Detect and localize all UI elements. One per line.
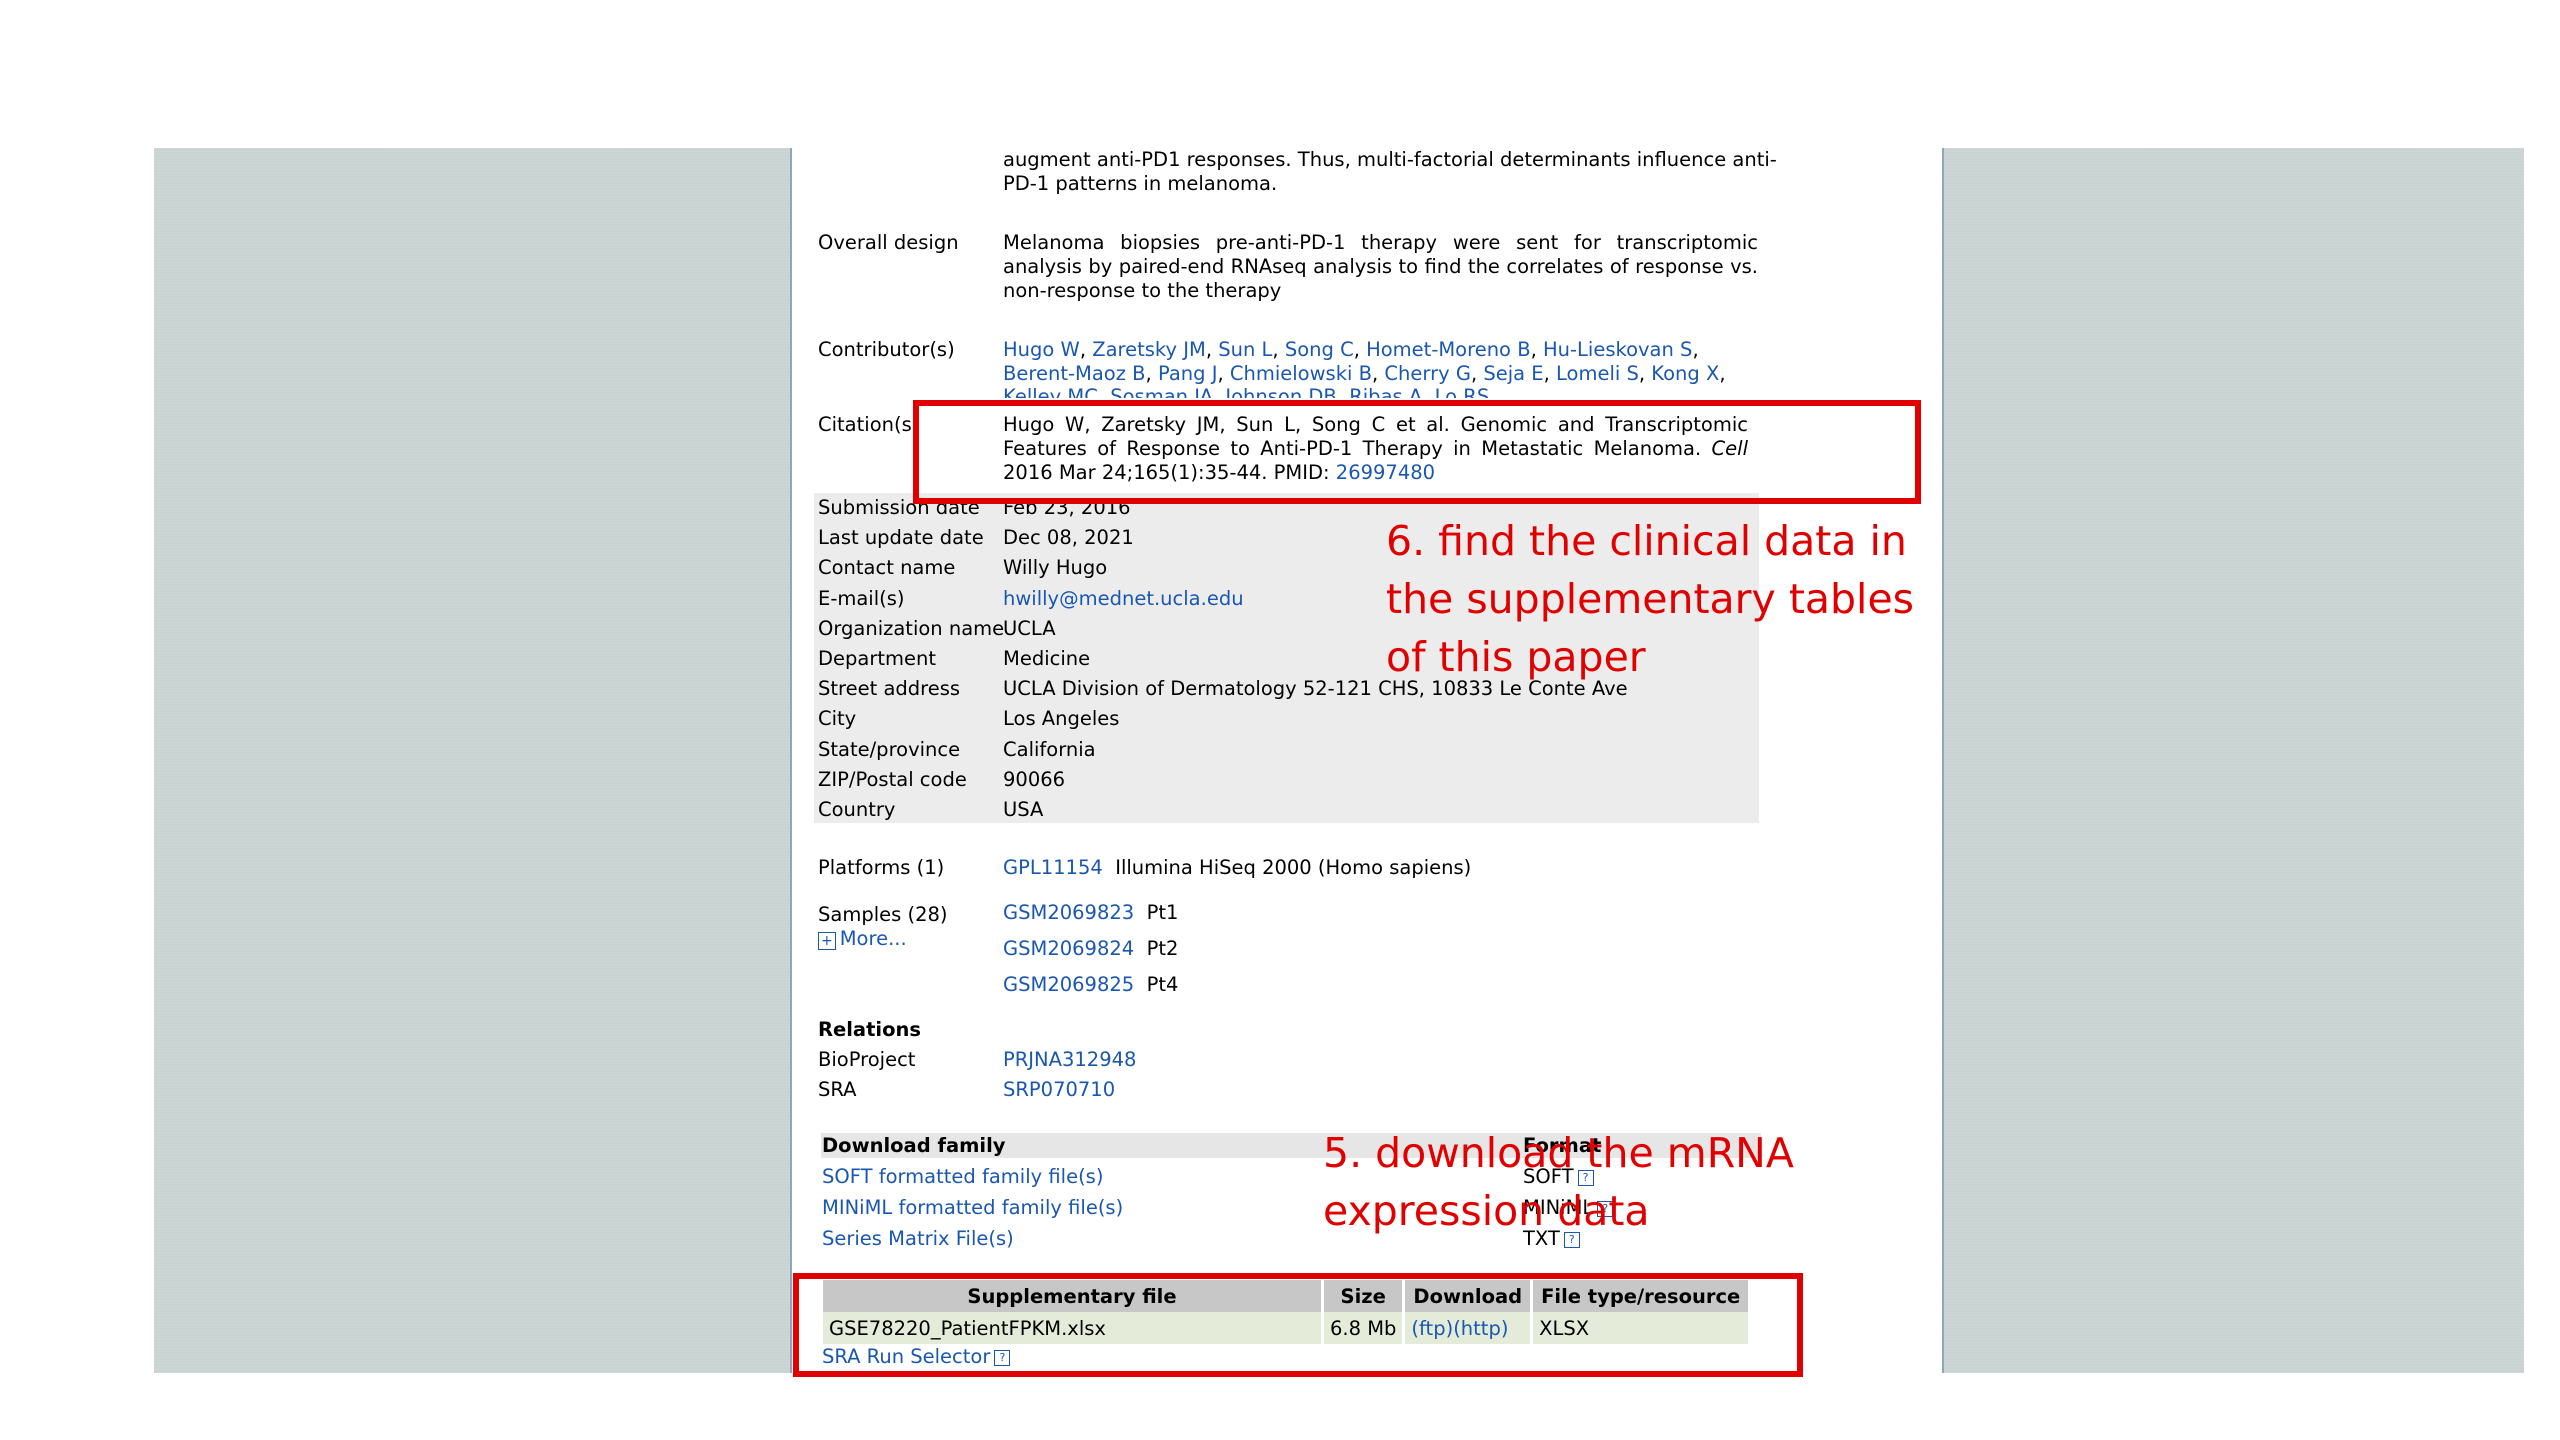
- annotation-line: of this paper: [1386, 633, 1646, 681]
- contact-field-label: E-mail(s): [818, 587, 905, 610]
- contributor-link[interactable]: Hu-Lieskovan S: [1543, 338, 1692, 361]
- platform-link[interactable]: GPL11154: [1003, 856, 1103, 879]
- expand-plus-icon: +: [818, 932, 836, 950]
- contributor-link[interactable]: Johnson DB: [1225, 385, 1336, 398]
- miniml-family-file-link[interactable]: MINiML formatted family file(s): [822, 1196, 1123, 1220]
- summary-text: augment anti-PD1 responses. Thus, multi-…: [1003, 148, 1777, 196]
- contact-field-label: Street address: [818, 677, 961, 700]
- sample-link[interactable]: GSM2069824: [1003, 937, 1134, 960]
- summary-line-1: augment anti-PD1 responses. Thus, multi-…: [1003, 148, 1777, 171]
- contact-field-label: Organization name: [818, 617, 1005, 640]
- sample-link[interactable]: GSM2069823: [1003, 901, 1134, 924]
- contributors-line-1: Hugo W, Zaretsky JM, Sun L, Song C, Home…: [1003, 338, 1699, 361]
- samples-more-link[interactable]: + More...: [818, 927, 907, 953]
- series-matrix-file-link[interactable]: Series Matrix File(s): [822, 1227, 1014, 1251]
- sample-row: GSM2069823 Pt1: [1003, 901, 1758, 925]
- sample-name: Pt1: [1146, 901, 1179, 924]
- contributor-link[interactable]: Berent-Maoz B: [1003, 362, 1146, 385]
- contributor-link[interactable]: Kong X: [1651, 362, 1719, 385]
- contributor-link[interactable]: Hugo W: [1003, 338, 1080, 361]
- contact-field-value: 90066: [1003, 768, 1066, 791]
- sample-link[interactable]: GSM2069825: [1003, 973, 1134, 996]
- contributor-link[interactable]: Sun L: [1218, 338, 1272, 361]
- contributor-link[interactable]: Pang J: [1158, 362, 1218, 385]
- contact-field-label: Department: [818, 647, 936, 670]
- sample-row: GSM2069824 Pt2: [1003, 937, 1758, 961]
- bioproject-label: BioProject: [818, 1048, 916, 1071]
- platform-description: Illumina HiSeq 2000 (Homo sapiens): [1115, 856, 1472, 879]
- more-label: More...: [839, 927, 907, 950]
- sample-name: Pt2: [1146, 937, 1179, 960]
- contact-field-label: ZIP/Postal code: [818, 768, 967, 791]
- annotation-step-6: 6. find the clinical data in the supplem…: [1386, 512, 1914, 686]
- contact-field-label: Country: [818, 798, 896, 821]
- contributor-link[interactable]: Homet-Moreno B: [1366, 338, 1530, 361]
- contributors-label: Contributor(s): [818, 338, 955, 361]
- contributor-link[interactable]: Cherry G: [1384, 362, 1471, 385]
- contributor-link[interactable]: Lomeli S: [1556, 362, 1639, 385]
- contact-field-value: USA: [1003, 798, 1044, 821]
- contributors-line-2: Berent-Maoz B, Pang J, Chmielowski B, Ch…: [1003, 362, 1726, 385]
- samples-label: Samples (28): [818, 903, 948, 926]
- overall-design-label: Overall design: [818, 231, 959, 254]
- contact-field-value: California: [1003, 738, 1096, 761]
- contact-field-label: City: [818, 707, 857, 730]
- contact-field-value: Los Angeles: [1003, 707, 1120, 730]
- platforms-label: Platforms (1): [818, 856, 945, 879]
- contributor-link[interactable]: Song C: [1285, 338, 1354, 361]
- annotation-step-5: 5. download the mRNA expression data: [1323, 1124, 1794, 1240]
- soft-family-file-link[interactable]: SOFT formatted family file(s): [822, 1165, 1103, 1189]
- sample-name: Pt4: [1146, 973, 1179, 996]
- contributor-link[interactable]: Kelley MC: [1003, 385, 1098, 398]
- citation-highlight-box: [913, 400, 1921, 504]
- overall-design-text: Melanoma biopsies pre-anti-PD-1 therapy …: [1003, 231, 1758, 302]
- sra-link[interactable]: SRP070710: [1003, 1078, 1115, 1101]
- contributor-link[interactable]: Ribas A: [1349, 385, 1422, 398]
- contributor-link[interactable]: Chmielowski B: [1230, 362, 1372, 385]
- annotation-line: expression data: [1323, 1187, 1650, 1235]
- annotation-line: 5. download the mRNA: [1323, 1129, 1794, 1177]
- contributor-link[interactable]: Sosman JA: [1110, 385, 1213, 398]
- annotation-line: 6. find the clinical data in: [1386, 517, 1907, 565]
- platforms-value: GPL11154 Illumina HiSeq 2000 (Homo sapie…: [1003, 856, 1758, 880]
- contact-field-label: State/province: [818, 738, 961, 761]
- sra-label: SRA: [818, 1078, 857, 1101]
- sample-row: GSM2069825 Pt4: [1003, 973, 1758, 997]
- citation-label: Citation(s): [818, 413, 920, 436]
- contact-field-label: Contact name: [818, 556, 956, 579]
- download-family-heading: Download family: [822, 1134, 1006, 1157]
- contact-field-label: Last update date: [818, 526, 984, 549]
- annotation-line: the supplementary tables: [1386, 575, 1915, 623]
- contributor-link[interactable]: Lo RS: [1435, 385, 1490, 398]
- supplementary-highlight-box: [793, 1273, 1803, 1377]
- bioproject-link[interactable]: PRJNA312948: [1003, 1048, 1136, 1071]
- contributor-link[interactable]: Zaretsky JM: [1092, 338, 1206, 361]
- contributor-link[interactable]: Seja E: [1483, 362, 1543, 385]
- contributors-line-3: Kelley MC, Sosman JA, Johnson DB, Ribas …: [1003, 385, 1758, 398]
- relations-heading: Relations: [818, 1018, 921, 1041]
- summary-line-2: PD-1 patterns in melanoma.: [1003, 172, 1278, 195]
